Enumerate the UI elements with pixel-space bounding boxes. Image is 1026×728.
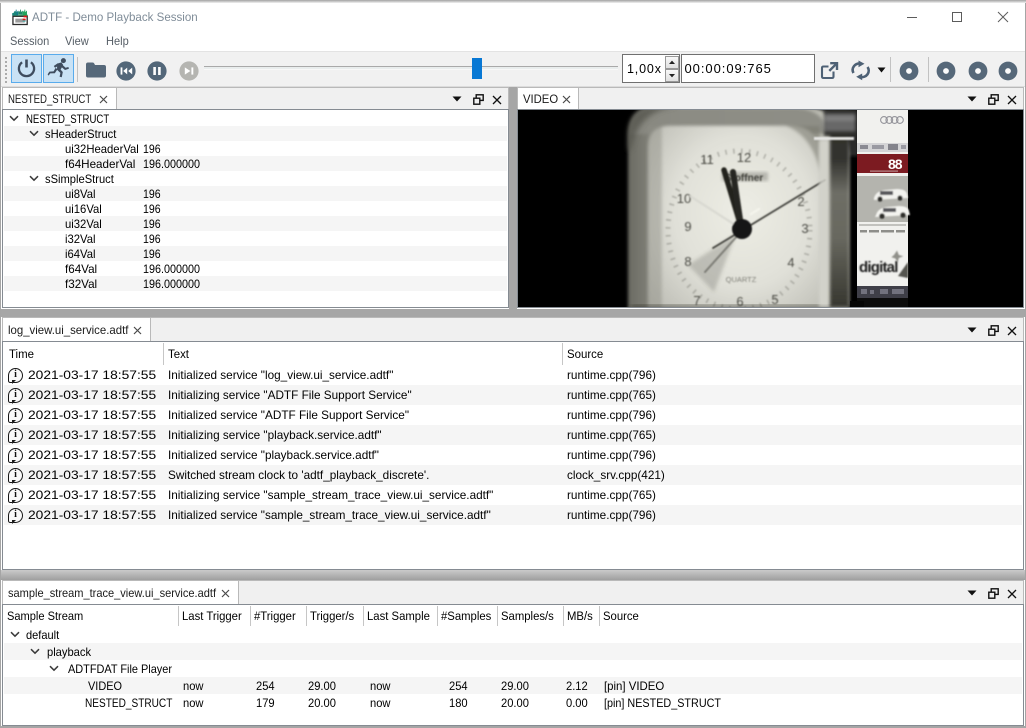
- svg-text:3: 3: [801, 221, 808, 236]
- svg-text:digital: digital: [859, 259, 898, 276]
- svg-text:88: 88: [888, 156, 903, 172]
- svg-text:QUARTZ: QUARTZ: [726, 275, 757, 284]
- svg-text:7: 7: [693, 293, 700, 307]
- svg-text:11: 11: [700, 152, 714, 167]
- svg-text:4: 4: [787, 255, 794, 270]
- svg-text:9: 9: [684, 219, 691, 234]
- svg-text:12: 12: [737, 150, 751, 165]
- svg-text:10: 10: [677, 191, 691, 206]
- svg-text:5: 5: [771, 292, 778, 307]
